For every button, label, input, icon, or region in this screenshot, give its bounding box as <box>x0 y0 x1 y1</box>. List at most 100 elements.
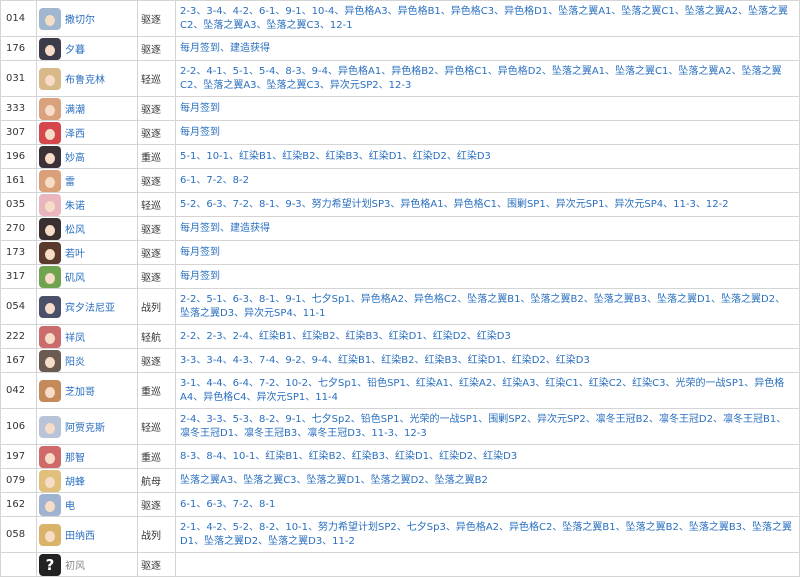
ship-cell: ? 初风 <box>36 552 138 577</box>
drop-locations[interactable]: 每月签到 <box>175 120 800 145</box>
ship-avatar-icon[interactable] <box>39 493 61 516</box>
ship-cell: 宾夕法尼亚 <box>36 288 138 325</box>
ship-name-link[interactable]: 若叶 <box>65 245 85 260</box>
drop-locations[interactable]: 2-3、3-4、4-2、6-1、9-1、10-4、异色格A3、异色格B1、异色格… <box>175 0 800 37</box>
ship-avatar-icon[interactable] <box>39 415 61 438</box>
table-row: 014 撒切尔 驱逐 2-3、3-4、4-2、6-1、9-1、10-4、异色格A3、异… <box>0 0 800 37</box>
ship-name-link[interactable]: 矶风 <box>65 269 85 284</box>
ship-name-link[interactable]: 雷 <box>65 173 75 188</box>
ship-avatar-icon[interactable] <box>39 193 61 216</box>
drop-locations[interactable]: 每月签到 <box>175 264 800 289</box>
ship-avatar-icon[interactable] <box>39 37 61 60</box>
table-row: 031 布鲁克林 轻巡 2-2、4-1、5-1、5-4、8-3、9-4、异色格A1、异… <box>0 60 800 97</box>
ship-avatar-icon[interactable] <box>39 469 61 492</box>
drop-locations[interactable]: 2-2、5-1、6-3、8-1、9-1、七夕Sp1、异色格A2、异色格C2、坠落… <box>175 288 800 325</box>
ship-avatar-icon[interactable] <box>39 445 61 468</box>
ship-info: 田纳西 <box>37 523 137 546</box>
ship-avatar-icon[interactable] <box>39 97 61 120</box>
ship-type: 驱逐 <box>137 120 176 145</box>
drop-locations[interactable]: 每月签到、建造获得 <box>175 36 800 61</box>
table-row: 161 雷 驱逐 6-1、7-2、8-2 <box>0 168 800 193</box>
ship-info: 宾夕法尼亚 <box>37 295 137 318</box>
ship-avatar-icon[interactable] <box>39 217 61 240</box>
ship-name-link[interactable]: 阿贾克斯 <box>65 419 105 434</box>
ship-name-link[interactable]: 田纳西 <box>65 527 95 542</box>
ship-name-link[interactable]: 妙高 <box>65 149 85 164</box>
ship-type: 战列 <box>137 516 176 553</box>
drop-locations[interactable]: 2-4、3-3、5-3、8-2、9-1、七夕Sp2、铅色SP1、光荣的一战SP1… <box>175 408 800 445</box>
ship-avatar-icon[interactable] <box>39 349 61 372</box>
ship-name-link[interactable]: 那智 <box>65 449 85 464</box>
ship-cell: 布鲁克林 <box>36 60 138 97</box>
table-row: 173 若叶 驱逐 每月签到 <box>0 240 800 265</box>
ship-id: 054 <box>0 288 37 325</box>
ship-type: 轻航 <box>137 324 176 349</box>
table-row: 079 胡蜂 航母 坠落之翼A3、坠落之翼C3、坠落之翼D1、坠落之翼D2、坠落之翼B… <box>0 468 800 493</box>
drop-locations[interactable]: 2-1、4-2、5-2、8-2、10-1、努力希望计划SP2、七夕Sp3、异色格… <box>175 516 800 553</box>
table-row: 270 松风 驱逐 每月签到、建造获得 <box>0 216 800 241</box>
ship-name-link[interactable]: 阳炎 <box>65 353 85 368</box>
ship-name-link[interactable]: 初风 <box>65 557 85 572</box>
ship-name-link[interactable]: 胡蜂 <box>65 473 85 488</box>
ship-type: 驱逐 <box>137 240 176 265</box>
ship-name-link[interactable]: 撒切尔 <box>65 11 95 26</box>
ship-avatar-icon[interactable] <box>39 325 61 348</box>
table-row: 196 妙高 重巡 5-1、10-1、红染B1、红染B2、红染B3、红染D1、红染D2… <box>0 144 800 169</box>
ship-avatar-icon[interactable] <box>39 523 61 546</box>
drop-locations[interactable]: 6-1、7-2、8-2 <box>175 168 800 193</box>
drop-locations[interactable]: 坠落之翼A3、坠落之翼C3、坠落之翼D1、坠落之翼D2、坠落之翼B2 <box>175 468 800 493</box>
table-row: 162 电 驱逐 6-1、6-3、7-2、8-1 <box>0 492 800 517</box>
ship-id: 162 <box>0 492 37 517</box>
ship-type: 驱逐 <box>137 552 176 577</box>
drop-locations[interactable]: 3-1、4-4、6-4、7-2、10-2、七夕Sp1、铅色SP1、红染A1、红染… <box>175 372 800 409</box>
ship-type: 重巡 <box>137 144 176 169</box>
ship-cell: 矶风 <box>36 264 138 289</box>
ship-name-link[interactable]: 泽西 <box>65 125 85 140</box>
drop-locations[interactable]: 2-2、4-1、5-1、5-4、8-3、9-4、异色格A1、异色格B2、异色格C… <box>175 60 800 97</box>
ship-avatar-icon[interactable] <box>39 379 61 402</box>
drop-locations[interactable]: 每月签到 <box>175 96 800 121</box>
ship-avatar-icon[interactable] <box>39 67 61 90</box>
ship-name-link[interactable]: 布鲁克林 <box>65 71 105 86</box>
ship-avatar-icon[interactable] <box>39 265 61 288</box>
ship-id: 014 <box>0 0 37 37</box>
ship-id: 106 <box>0 408 37 445</box>
drop-locations[interactable]: 3-3、3-4、4-3、7-4、9-2、9-4、红染B1、红染B2、红染B3、红… <box>175 348 800 373</box>
ship-name-link[interactable]: 宾夕法尼亚 <box>65 299 115 314</box>
ship-name-link[interactable]: 祥凤 <box>65 329 85 344</box>
ship-id: 035 <box>0 192 37 217</box>
ship-avatar-icon[interactable] <box>39 169 61 192</box>
drop-locations[interactable]: 6-1、6-3、7-2、8-1 <box>175 492 800 517</box>
ship-info: 芝加哥 <box>37 379 137 402</box>
ship-cell: 阳炎 <box>36 348 138 373</box>
ship-info: 满潮 <box>37 97 137 120</box>
ship-avatar-icon[interactable] <box>39 295 61 318</box>
table-row: 197 那智 重巡 8-3、8-4、10-1、红染B1、红染B2、红染B3、红染D1、… <box>0 444 800 469</box>
ship-name-link[interactable]: 夕暮 <box>65 41 85 56</box>
ship-info: 泽西 <box>37 121 137 144</box>
drop-locations[interactable]: 每月签到 <box>175 240 800 265</box>
drop-locations[interactable]: 5-1、10-1、红染B1、红染B2、红染B3、红染D1、红染D2、红染D3 <box>175 144 800 169</box>
drop-locations[interactable]: 2-2、2-3、2-4、红染B1、红染B2、红染B3、红染D1、红染D2、红染D… <box>175 324 800 349</box>
unknown-ship-icon[interactable]: ? <box>39 553 61 576</box>
ship-name-link[interactable]: 电 <box>65 497 75 512</box>
ship-info: 布鲁克林 <box>37 67 137 90</box>
ship-name-link[interactable]: 满潮 <box>65 101 85 116</box>
ship-type: 驱逐 <box>137 492 176 517</box>
drop-locations[interactable] <box>175 552 800 577</box>
ship-avatar-icon[interactable] <box>39 241 61 264</box>
drop-locations[interactable]: 每月签到、建造获得 <box>175 216 800 241</box>
drop-locations[interactable]: 5-2、6-3、7-2、8-1、9-3、努力希望计划SP3、异色格A1、异色格C… <box>175 192 800 217</box>
ship-info: 那智 <box>37 445 137 468</box>
ship-name-link[interactable]: 朱诺 <box>65 197 85 212</box>
table-body: 014 撒切尔驱逐 2-3、3-4、4-2、6-1、9-1、10-4、异色格A3、异… <box>0 0 800 577</box>
ship-avatar-icon[interactable] <box>39 145 61 168</box>
ship-avatar-icon[interactable] <box>39 7 61 30</box>
drop-locations[interactable]: 8-3、8-4、10-1、红染B1、红染B2、红染B3、红染D1、红染D2、红染… <box>175 444 800 469</box>
ship-info: ? 初风 <box>37 553 137 576</box>
ship-avatar-icon[interactable] <box>39 121 61 144</box>
ship-name-link[interactable]: 芝加哥 <box>65 383 95 398</box>
ship-name-link[interactable]: 松风 <box>65 221 85 236</box>
ship-info: 胡蜂 <box>37 469 137 492</box>
ship-type: 轻巡 <box>137 408 176 445</box>
